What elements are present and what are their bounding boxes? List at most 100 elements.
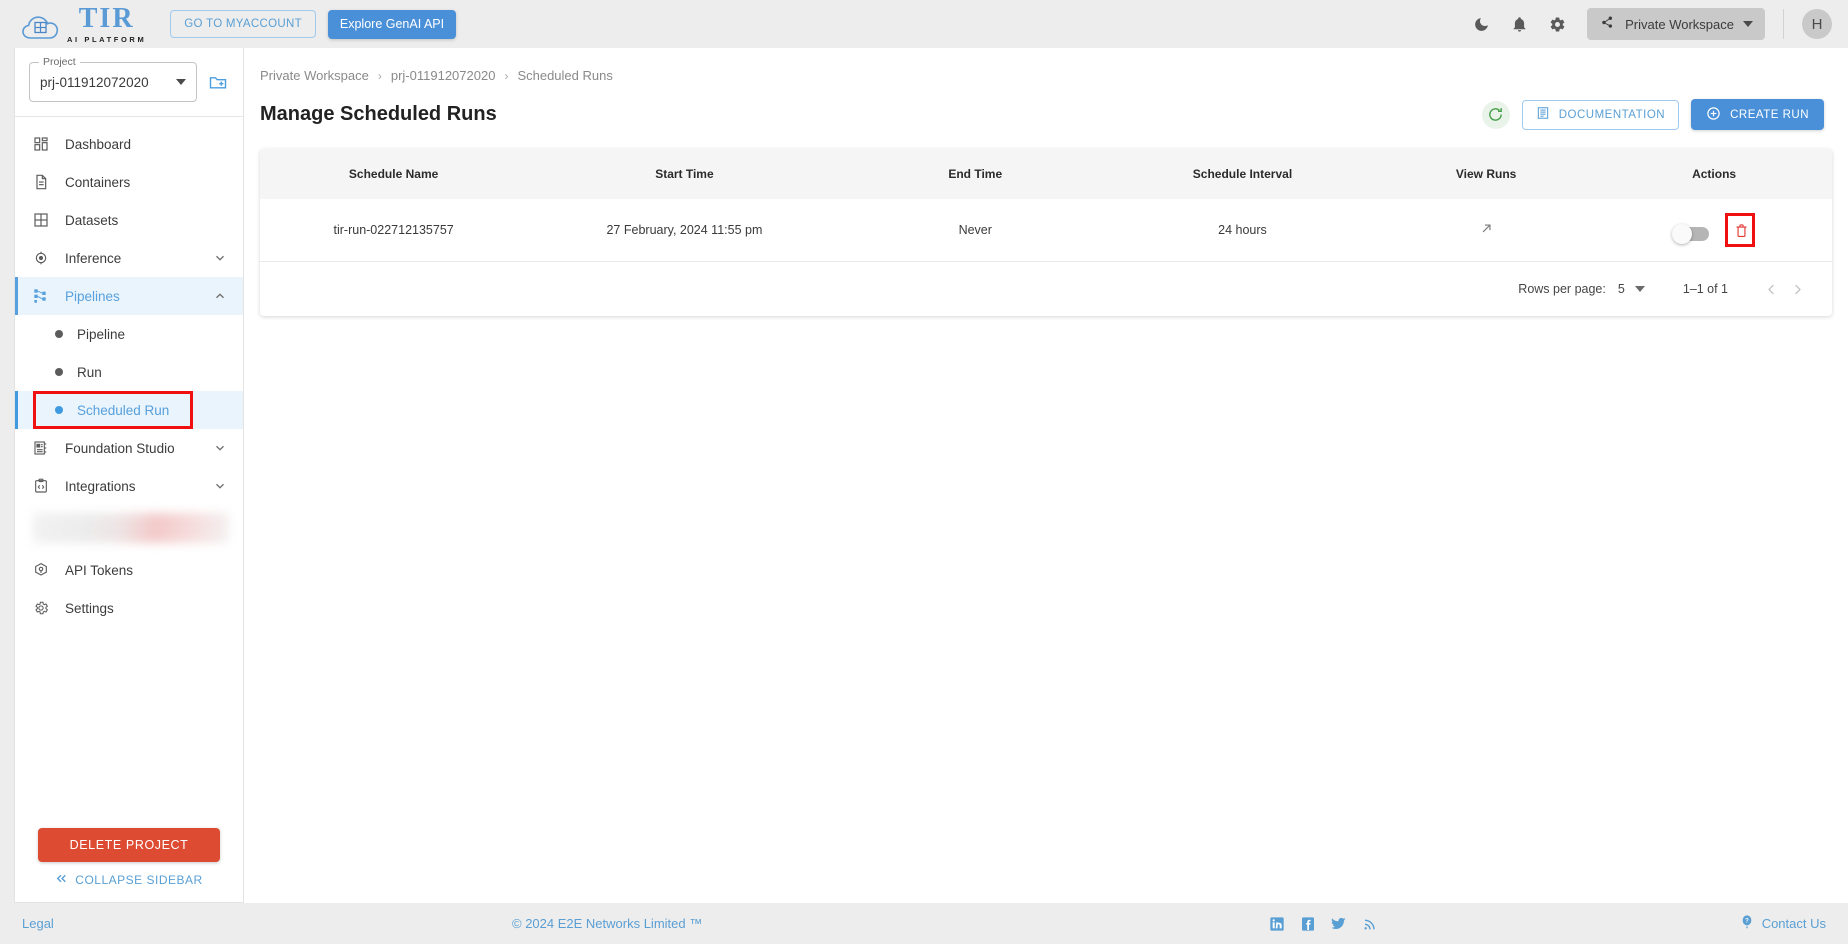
collapse-sidebar-label: COLLAPSE SIDEBAR bbox=[75, 873, 203, 887]
pipelines-icon bbox=[33, 288, 55, 304]
sidebar-item-integrations[interactable]: Integrations bbox=[15, 467, 243, 505]
sidebar-item-label: Dashboard bbox=[65, 136, 132, 152]
page-header: Manage Scheduled Runs DOCUMENTATION CREA… bbox=[244, 83, 1848, 130]
rows-per-page-value: 5 bbox=[1617, 282, 1625, 297]
project-selector-row: Project prj-011912072020 bbox=[15, 48, 243, 110]
column-start-time: Start Time bbox=[655, 167, 714, 181]
cell-start-time: 27 February, 2024 11:55 pm bbox=[527, 199, 842, 263]
column-schedule-name: Schedule Name bbox=[348, 167, 439, 181]
breadcrumb-item-workspace[interactable]: Private Workspace bbox=[260, 68, 369, 83]
logo-title: TIR bbox=[78, 2, 135, 34]
chevron-right-icon[interactable] bbox=[1784, 276, 1810, 302]
page-title: Manage Scheduled Runs bbox=[260, 103, 497, 125]
contact-us-button[interactable]: ? Contact Us bbox=[1739, 914, 1826, 933]
delete-project-button[interactable]: DELETE PROJECT bbox=[38, 828, 220, 862]
sidebar-item-label: Pipelines bbox=[65, 288, 120, 304]
avatar[interactable]: H bbox=[1802, 9, 1832, 39]
table-head: Schedule Name Start Time End Time Schedu… bbox=[260, 149, 1832, 199]
project-legend: Project bbox=[39, 56, 80, 68]
top-header: TIR AI PLATFORM GO TO MYACCOUNT Explore … bbox=[0, 0, 1848, 48]
chevron-double-left-icon bbox=[55, 872, 68, 888]
chevron-up-icon bbox=[213, 289, 227, 303]
go-to-myaccount-button[interactable]: GO TO MYACCOUNT bbox=[170, 10, 316, 38]
breadcrumb-item-current: Scheduled Runs bbox=[517, 68, 613, 83]
sidebar-item-containers[interactable]: Containers bbox=[15, 163, 243, 201]
table-body: tir-run-022712135757 27 February, 2024 1… bbox=[260, 199, 1832, 263]
column-actions: Actions bbox=[1692, 167, 1737, 181]
cloud-logo-icon bbox=[22, 14, 62, 44]
breadcrumb-item-project[interactable]: prj-011912072020 bbox=[391, 68, 496, 83]
linkedin-icon[interactable] bbox=[1268, 915, 1286, 933]
refresh-icon[interactable] bbox=[1481, 100, 1510, 129]
rss-icon[interactable] bbox=[1361, 915, 1379, 933]
sidebar-item-foundation-studio[interactable]: Foundation Studio bbox=[15, 429, 243, 467]
sidebar-item-pipelines[interactable]: Pipelines bbox=[15, 277, 243, 315]
dashboard-icon bbox=[33, 136, 55, 152]
arrow-up-right-icon[interactable] bbox=[1479, 221, 1494, 236]
social-links bbox=[1268, 915, 1379, 933]
sidebar-item-pipeline[interactable]: Pipeline bbox=[15, 315, 243, 353]
help-balloon-icon: ? bbox=[1739, 914, 1755, 933]
create-run-button[interactable]: CREATE RUN bbox=[1691, 99, 1824, 130]
column-end-time: End Time bbox=[948, 167, 1003, 181]
inference-icon bbox=[33, 250, 55, 266]
sidebar: Project prj-011912072020 Dashboard Conta… bbox=[14, 48, 244, 903]
sidebar-divider bbox=[15, 116, 243, 117]
token-icon bbox=[33, 562, 55, 578]
bullet-icon bbox=[55, 330, 63, 338]
documentation-button[interactable]: DOCUMENTATION bbox=[1521, 99, 1680, 130]
workspace-label: Private Workspace bbox=[1625, 16, 1734, 32]
scheduled-runs-table-card: Schedule Name Start Time End Time Schedu… bbox=[260, 149, 1832, 317]
breadcrumb-separator: › bbox=[377, 68, 382, 83]
collapse-sidebar-button[interactable]: COLLAPSE SIDEBAR bbox=[15, 872, 243, 888]
trash-icon[interactable] bbox=[1731, 219, 1753, 241]
chevron-left-icon[interactable] bbox=[1758, 276, 1784, 302]
rows-per-page-select[interactable]: 5 bbox=[1618, 282, 1645, 296]
sidebar-item-label: Pipeline bbox=[77, 326, 126, 342]
sidebar-item-dashboard[interactable]: Dashboard bbox=[15, 125, 243, 163]
explore-genai-api-button[interactable]: Explore GenAI API bbox=[327, 9, 457, 39]
table-header-row: Schedule Name Start Time End Time Schedu… bbox=[260, 149, 1832, 199]
sidebar-item-settings[interactable]: Settings bbox=[15, 589, 243, 627]
sidebar-nav: Dashboard Containers Datasets Inference … bbox=[15, 121, 243, 828]
page-footer: Legal © 2024 E2E Networks Limited ™ ? Co… bbox=[0, 903, 1848, 944]
chevron-down-icon bbox=[213, 479, 227, 493]
sidebar-item-label: Scheduled Run bbox=[77, 402, 170, 418]
chevron-down-icon bbox=[1634, 286, 1645, 293]
pagination-range: 1–1 of 1 bbox=[1682, 282, 1728, 297]
new-folder-icon[interactable] bbox=[205, 69, 231, 95]
create-run-label: CREATE RUN bbox=[1730, 108, 1809, 121]
book-icon bbox=[1536, 106, 1550, 123]
workspace-selector[interactable]: Private Workspace bbox=[1587, 8, 1765, 40]
main-content: Private Workspace › prj-011912072020 › S… bbox=[244, 48, 1848, 903]
sidebar-item-label: Settings bbox=[65, 600, 114, 616]
tir-logo[interactable]: TIR AI PLATFORM bbox=[22, 2, 146, 44]
sidebar-item-label: Run bbox=[77, 364, 102, 380]
plus-circle-icon bbox=[1706, 106, 1721, 124]
column-schedule-interval: Schedule Interval bbox=[1192, 167, 1293, 181]
sidebar-item-redacted[interactable] bbox=[33, 513, 229, 543]
cell-schedule-interval: 24 hours bbox=[1108, 199, 1377, 263]
chevron-down-icon bbox=[213, 251, 227, 265]
legal-link[interactable]: Legal bbox=[22, 916, 54, 931]
workspace-icon bbox=[1599, 14, 1616, 34]
cell-view-runs bbox=[1376, 199, 1597, 263]
gear-icon[interactable] bbox=[1545, 12, 1569, 36]
sidebar-footer: DELETE PROJECT COLLAPSE SIDEBAR bbox=[15, 828, 243, 902]
moon-icon[interactable] bbox=[1469, 12, 1493, 36]
column-view-runs: View Runs bbox=[1455, 167, 1517, 181]
sidebar-item-run[interactable]: Run bbox=[15, 353, 243, 391]
sidebar-item-inference[interactable]: Inference bbox=[15, 239, 243, 277]
sidebar-item-datasets[interactable]: Datasets bbox=[15, 201, 243, 239]
facebook-icon[interactable] bbox=[1299, 915, 1317, 933]
sidebar-item-api-tokens[interactable]: API Tokens bbox=[15, 551, 243, 589]
bell-icon[interactable] bbox=[1507, 12, 1531, 36]
documentation-label: DOCUMENTATION bbox=[1558, 108, 1666, 121]
enable-schedule-toggle[interactable] bbox=[1672, 224, 1710, 245]
project-select[interactable]: Project prj-011912072020 bbox=[29, 56, 197, 102]
sidebar-item-label: Foundation Studio bbox=[65, 440, 175, 456]
svg-text:?: ? bbox=[1745, 919, 1749, 925]
sidebar-item-scheduled-run[interactable]: Scheduled Run bbox=[15, 391, 243, 429]
twitter-icon[interactable] bbox=[1330, 915, 1348, 933]
scheduled-runs-table: Schedule Name Start Time End Time Schedu… bbox=[260, 149, 1832, 263]
